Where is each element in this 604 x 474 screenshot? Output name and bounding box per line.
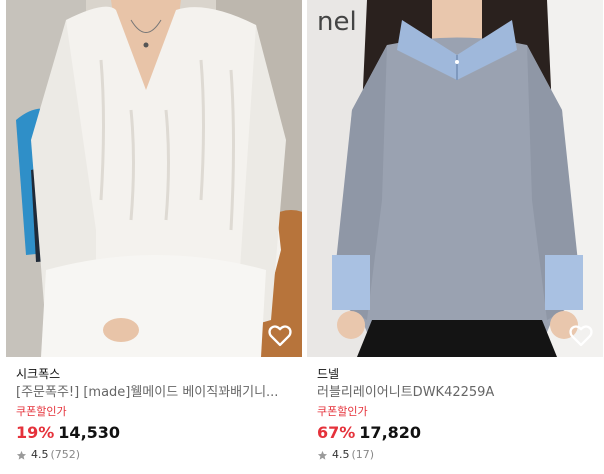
product-card[interactable]: nel 드넬 러블리레이어니트DWK42259A 쿠폰할인가 67% 17,820… [307,0,603,474]
heart-outline-icon [268,325,292,347]
product-image[interactable]: nel [307,0,603,357]
discount-rate: 67% [317,423,356,442]
review-count: (752) [50,448,81,461]
sale-price: 14,530 [58,423,121,442]
sale-price: 17,820 [359,423,422,442]
heart-outline-icon [569,325,593,347]
seller-name[interactable]: 시크폭스 [16,365,292,383]
wishlist-heart-icon[interactable] [266,321,294,349]
rating-score: 4.5 [332,448,350,461]
rating-row: 4.5 (17) [317,445,593,465]
rating-row: 4.5 (752) [16,445,292,465]
star-icon [16,450,27,460]
review-count: (17) [351,448,375,461]
product-title[interactable]: 러블리레이어니트DWK42259A [317,383,593,403]
star-icon [317,450,328,460]
price-row: 67% 17,820 [317,421,593,445]
background-sign-text: nel [317,7,357,37]
product-image[interactable] [6,0,302,357]
product-photo-sweater-gray: nel [307,0,603,357]
product-grid: 시크폭스 [주문폭주!] [made]웰메이드 베이직꽈배기니... 쿠폰할인가… [0,0,604,474]
product-photo-sweater-white [6,0,302,357]
wishlist-heart-icon[interactable] [567,321,595,349]
price-row: 19% 14,530 [16,421,292,445]
coupon-price-label: 쿠폰할인가 [16,405,67,418]
coupon-price-label: 쿠폰할인가 [317,405,368,418]
discount-rate: 19% [16,423,55,442]
product-card[interactable]: 시크폭스 [주문폭주!] [made]웰메이드 베이직꽈배기니... 쿠폰할인가… [6,0,302,474]
product-title[interactable]: [주문폭주!] [made]웰메이드 베이직꽈배기니... [16,383,292,403]
rating-score: 4.5 [31,448,49,461]
seller-name[interactable]: 드넬 [317,365,593,383]
